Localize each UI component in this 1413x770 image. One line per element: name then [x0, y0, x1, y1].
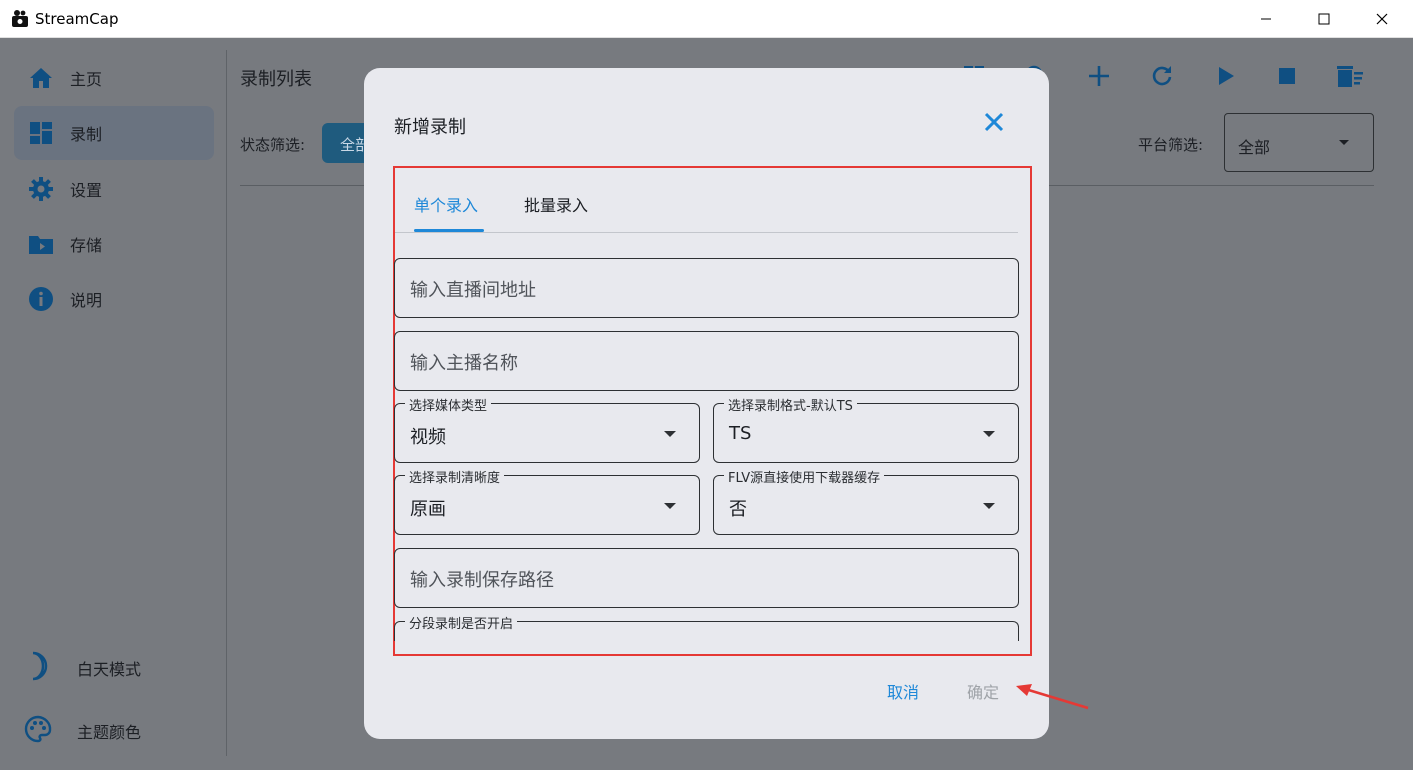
delete-sweep-icon	[1337, 66, 1363, 87]
app-body: 主页 录制 设置 存储 说明 白天模式 主题颜色 录制列表 状态筛选: 全部 平…	[0, 38, 1413, 770]
title-bar: StreamCap	[0, 0, 1413, 38]
quality-label: 选择录制清晰度	[405, 467, 505, 486]
add-recording-dialog: 新增录制 单个录入 批量录入 输入直播间地址 输入主播名称 选择媒体类型 视频 …	[364, 68, 1049, 739]
flv-cache-value: 否	[729, 499, 747, 520]
record-format-value: TS	[729, 423, 752, 444]
close-icon	[1376, 13, 1388, 25]
stop-icon	[1279, 68, 1295, 84]
annotation-arrow-icon	[1016, 684, 1089, 710]
cancel-button[interactable]: 取消	[887, 679, 919, 703]
sidebar-item-record[interactable]: 录制	[14, 106, 214, 160]
dashboard-icon	[28, 121, 54, 145]
sidebar: 主页 录制 设置 存储 说明 白天模式 主题颜色	[0, 38, 226, 756]
info-icon	[28, 287, 54, 311]
streamer-name-input[interactable]: 输入主播名称	[394, 331, 1019, 391]
sidebar-divider	[226, 50, 227, 756]
page-title: 录制列表	[240, 69, 312, 90]
tab-batch-entry[interactable]: 批量录入	[524, 192, 588, 216]
flv-cache-label: FLV源直接使用下载器缓存	[724, 467, 885, 486]
sidebar-item-label: 主页	[70, 70, 103, 89]
media-type-value: 视频	[410, 427, 446, 448]
folder-icon	[28, 232, 54, 256]
sidebar-item-label: 存储	[70, 236, 103, 255]
tab-single-entry[interactable]: 单个录入	[414, 192, 478, 216]
refresh-icon	[1152, 66, 1172, 86]
save-path-placeholder: 输入录制保存路径	[410, 570, 554, 591]
palette-icon	[24, 715, 52, 747]
refresh-button[interactable]	[1148, 62, 1176, 90]
sidebar-item-home[interactable]: 主页	[14, 51, 214, 105]
platform-filter-value: 全部	[1238, 138, 1271, 157]
media-type-select[interactable]: 选择媒体类型 视频	[394, 395, 700, 463]
sidebar-item-label: 说明	[70, 291, 103, 310]
delete-all-button[interactable]	[1336, 62, 1364, 90]
play-button[interactable]	[1212, 62, 1240, 90]
dropdown-arrow-icon	[664, 503, 676, 509]
save-path-input[interactable]: 输入录制保存路径	[394, 548, 1019, 608]
day-mode-toggle[interactable]: 白天模式	[24, 648, 141, 688]
sidebar-item-storage[interactable]: 存储	[14, 217, 214, 271]
tab-divider	[395, 232, 1018, 233]
dropdown-arrow-icon	[983, 503, 995, 509]
add-icon	[1089, 66, 1109, 86]
quality-value: 原画	[410, 499, 446, 520]
add-button[interactable]	[1085, 62, 1113, 90]
dropdown-arrow-icon	[1339, 140, 1349, 145]
day-mode-label: 白天模式	[77, 660, 142, 679]
moon-icon	[24, 651, 50, 685]
dropdown-arrow-icon	[983, 431, 995, 437]
close-icon	[984, 112, 1004, 132]
sidebar-item-help[interactable]: 说明	[14, 272, 214, 326]
segment-record-select[interactable]: 分段录制是否开启	[394, 613, 1019, 641]
platform-filter-label: 平台筛选:	[1138, 136, 1204, 154]
gear-icon	[28, 177, 54, 201]
stop-button[interactable]	[1273, 62, 1301, 90]
sidebar-item-label: 设置	[70, 181, 103, 200]
maximize-button[interactable]	[1295, 0, 1353, 38]
stream-url-placeholder: 输入直播间地址	[410, 280, 536, 301]
media-type-label: 选择媒体类型	[405, 395, 492, 414]
stream-url-input[interactable]: 输入直播间地址	[394, 258, 1019, 318]
flv-cache-select[interactable]: FLV源直接使用下载器缓存 否	[713, 467, 1019, 535]
record-format-label: 选择录制格式-默认TS	[724, 395, 857, 414]
close-window-button[interactable]	[1353, 0, 1411, 38]
app-logo-icon	[12, 10, 28, 27]
quality-select[interactable]: 选择录制清晰度 原画	[394, 467, 700, 535]
sidebar-item-settings[interactable]: 设置	[14, 162, 214, 216]
minimize-button[interactable]	[1237, 0, 1295, 38]
dropdown-arrow-icon	[664, 431, 676, 437]
window-title: StreamCap	[35, 10, 119, 28]
theme-color-label: 主题颜色	[77, 723, 142, 742]
dialog-close-button[interactable]	[981, 109, 1007, 135]
play-icon	[1219, 67, 1234, 85]
segment-record-label: 分段录制是否开启	[405, 613, 518, 632]
minimize-icon	[1261, 18, 1271, 20]
record-format-select[interactable]: 选择录制格式-默认TS TS	[713, 395, 1019, 463]
maximize-icon	[1318, 13, 1330, 25]
streamer-name-placeholder: 输入主播名称	[410, 353, 518, 374]
status-filter-label: 状态筛选:	[240, 136, 306, 154]
confirm-button[interactable]: 确定	[967, 679, 999, 703]
dialog-title: 新增录制	[394, 117, 466, 138]
sidebar-item-label: 录制	[70, 125, 103, 144]
home-icon	[28, 66, 54, 90]
platform-filter-select[interactable]: 全部	[1224, 113, 1374, 172]
theme-color-button[interactable]: 主题颜色	[24, 711, 141, 751]
